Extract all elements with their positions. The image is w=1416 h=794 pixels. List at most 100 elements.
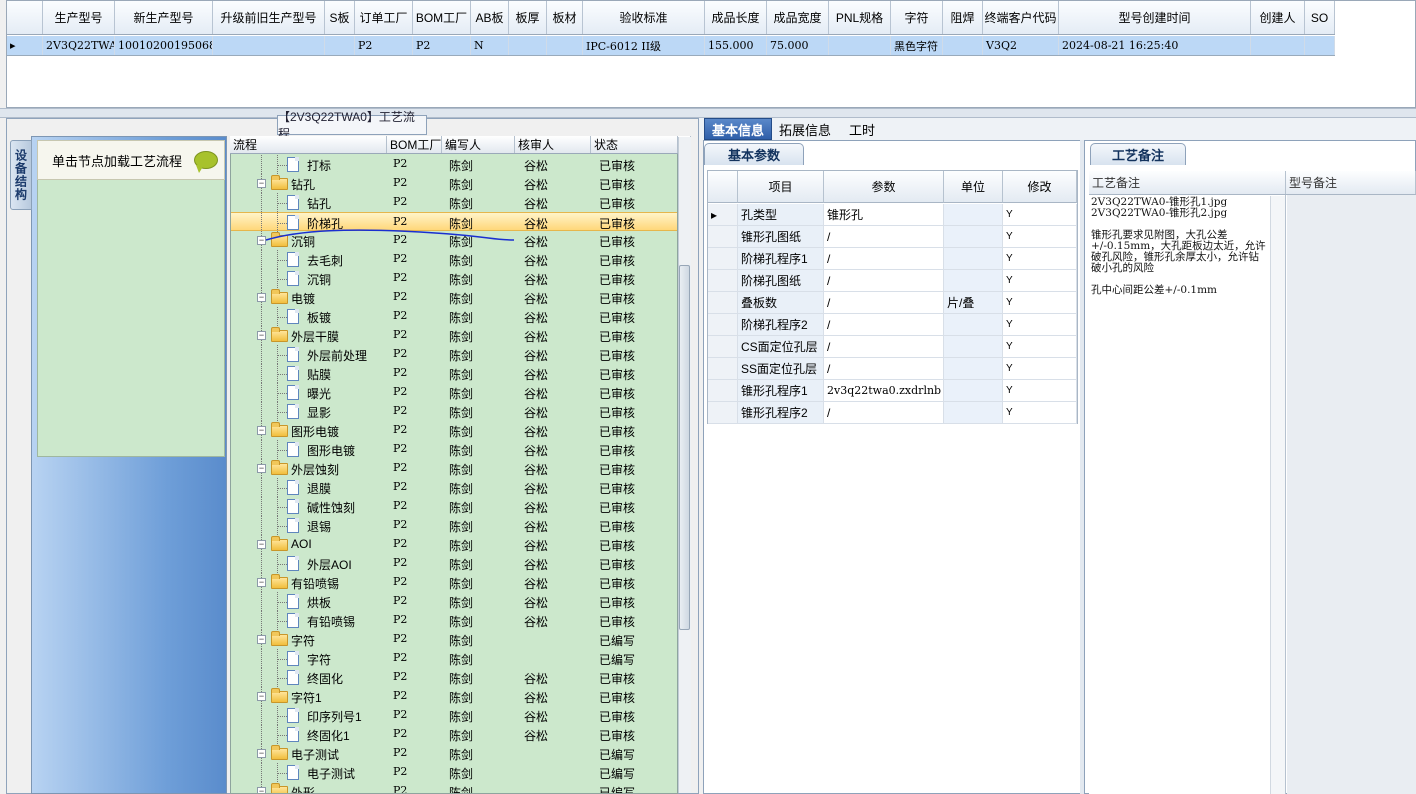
tree-row[interactable]: − 外形 P2 陈剑 已编写 (231, 782, 677, 793)
collapse-icon[interactable]: − (257, 749, 266, 758)
column-header[interactable]: BOM工厂 (413, 1, 471, 34)
param-unit-cell[interactable] (944, 358, 1003, 379)
tree-node-label[interactable]: 图形电镀 (291, 423, 339, 440)
param-unit-cell[interactable] (944, 204, 1003, 225)
tree-node-label[interactable]: AOI (291, 537, 312, 551)
param-unit-cell[interactable] (944, 270, 1003, 291)
params-row[interactable]: 阶梯孔图纸 / Y (708, 270, 1077, 292)
tree-node-label[interactable]: 终固化 (307, 670, 343, 687)
tree-row[interactable]: 终固化 P2 陈剑 谷松 已审核 (231, 668, 677, 687)
column-header[interactable]: 字符 (891, 1, 943, 34)
grid-cell[interactable]: 2V3Q22TWA0 (43, 36, 115, 55)
param-mod-cell[interactable]: Y (1003, 270, 1077, 291)
row-indicator[interactable] (708, 402, 738, 423)
tree-node-label[interactable]: 去毛刺 (307, 252, 343, 269)
tree-row[interactable]: 板镀 P2 陈剑 谷松 已审核 (231, 307, 677, 326)
param-value-cell[interactable]: / (824, 270, 944, 291)
grid-cell[interactable] (509, 36, 547, 55)
tree-row[interactable]: 打标 P2 陈剑 谷松 已审核 (231, 155, 677, 174)
param-item-cell[interactable]: CS面定位孔层 (738, 336, 824, 357)
row-indicator[interactable] (708, 292, 738, 313)
param-item-cell[interactable]: 阶梯孔程序1 (738, 248, 824, 269)
tree-row[interactable]: 显影 P2 陈剑 谷松 已审核 (231, 402, 677, 421)
param-value-cell[interactable]: / (824, 358, 944, 379)
tree-row[interactable]: − 电镀 P2 陈剑 谷松 已审核 (231, 288, 677, 307)
param-mod-cell[interactable]: Y (1003, 292, 1077, 313)
tree-node-label[interactable]: 烘板 (307, 594, 331, 611)
column-header[interactable]: PNL规格 (829, 1, 891, 34)
model-notes-box[interactable] (1287, 195, 1416, 794)
collapse-icon[interactable]: − (257, 578, 266, 587)
tree-node-label[interactable]: 有铅喷锡 (291, 575, 339, 592)
column-header[interactable]: 订单工厂 (355, 1, 413, 34)
param-value-cell[interactable]: 2v3q22twa0.zxdrlnb (824, 380, 944, 401)
tree-row[interactable]: 贴膜 P2 陈剑 谷松 已审核 (231, 364, 677, 383)
collapse-icon[interactable]: − (257, 426, 266, 435)
tree-row[interactable]: 去毛刺 P2 陈剑 谷松 已审核 (231, 250, 677, 269)
tree-scroll-thumb[interactable] (679, 265, 690, 630)
collapse-icon[interactable]: − (257, 331, 266, 340)
param-value-cell[interactable]: / (824, 226, 944, 247)
grid-cell[interactable]: IPC-6012 II级 (583, 36, 705, 55)
params-row[interactable]: 叠板数 / 片/叠 Y (708, 292, 1077, 314)
grid-cell[interactable] (943, 36, 983, 55)
params-row[interactable]: 锥形孔程序2/ Y (708, 402, 1077, 424)
tree-row[interactable]: 沉铜 P2 陈剑 谷松 已审核 (231, 269, 677, 288)
row-indicator[interactable] (708, 314, 738, 335)
param-unit-cell[interactable] (944, 402, 1003, 423)
row-indicator[interactable] (708, 248, 738, 269)
tree-node-label[interactable]: 字符 (291, 632, 315, 649)
param-unit-cell[interactable] (944, 248, 1003, 269)
grid-cell[interactable]: 10010200195068 (115, 36, 213, 55)
param-mod-cell[interactable]: Y (1003, 204, 1077, 225)
param-value-cell[interactable]: 锥形孔 (824, 204, 944, 225)
tree-node-label[interactable]: 外层前处理 (307, 347, 367, 364)
param-unit-cell[interactable] (944, 226, 1003, 247)
tree-row[interactable]: 退锡 P2 陈剑 谷松 已审核 (231, 516, 677, 535)
params-row[interactable]: 阶梯孔程序1/ Y (708, 248, 1077, 270)
tree-node-label[interactable]: 图形电镀 (307, 442, 355, 459)
column-header[interactable]: S板 (325, 1, 355, 34)
param-item-cell[interactable]: 锥形孔程序1 (738, 380, 824, 401)
param-value-cell[interactable]: / (824, 336, 944, 357)
param-mod-cell[interactable]: Y (1003, 248, 1077, 269)
tree-row[interactable]: 钻孔 P2 陈剑 谷松 已审核 (231, 193, 677, 212)
tree-row[interactable]: − 电子测试 P2 陈剑 已编写 (231, 744, 677, 763)
tree-node-label[interactable]: 贴膜 (307, 366, 331, 383)
collapse-icon[interactable]: − (257, 635, 266, 644)
param-item-cell[interactable]: 阶梯孔图纸 (738, 270, 824, 291)
tree-row[interactable]: − AOI P2 陈剑 谷松 已审核 (231, 535, 677, 554)
tree-node-label[interactable]: 碱性蚀刻 (307, 499, 355, 516)
param-mod-cell[interactable]: Y (1003, 336, 1077, 357)
column-header[interactable]: 验收标准 (583, 1, 705, 34)
tree-node-label[interactable]: 外层干膜 (291, 328, 339, 345)
tree-node-label[interactable]: 外层AOI (307, 556, 352, 573)
param-item-cell[interactable]: 锥形孔程序2 (738, 402, 824, 423)
params-row[interactable]: 锥形孔图纸 / Y (708, 226, 1077, 248)
horizontal-splitter[interactable] (0, 108, 1416, 118)
column-header[interactable]: 型号创建时间 (1059, 1, 1251, 34)
column-header[interactable]: 升级前旧生产型号 (213, 1, 325, 34)
params-column-header[interactable]: 单位 (944, 171, 1003, 203)
tree-node-label[interactable]: 退膜 (307, 480, 331, 497)
tree-node-label[interactable]: 电子测试 (307, 765, 355, 782)
tree-row[interactable]: 外层AOI P2 陈剑 谷松 已审核 (231, 554, 677, 573)
collapse-icon[interactable]: − (257, 692, 266, 701)
tree-node-label[interactable]: 电镀 (291, 290, 315, 307)
grid-cell[interactable]: P2 (355, 36, 413, 55)
tree-row[interactable]: − 字符 P2 陈剑 已编写 (231, 630, 677, 649)
tree-row[interactable]: 有铅喷锡 P2 陈剑 谷松 已审核 (231, 611, 677, 630)
column-header[interactable]: 创建人 (1251, 1, 1305, 34)
column-header[interactable]: 终端客户代码 (983, 1, 1059, 34)
column-header[interactable]: 成品宽度 (767, 1, 829, 34)
column-header[interactable]: 阻焊 (943, 1, 983, 34)
tree-row[interactable]: 图形电镀 P2 陈剑 谷松 已审核 (231, 440, 677, 459)
grid-cell[interactable]: 155.000 (705, 36, 767, 55)
tab-process-notes[interactable]: 工艺备注 (1090, 143, 1186, 165)
param-unit-cell[interactable] (944, 380, 1003, 401)
grid-cell[interactable] (213, 36, 325, 55)
grid-cell[interactable]: 黑色字符 (891, 36, 943, 55)
grid-cell[interactable]: 75.000 (767, 36, 829, 55)
params-corner[interactable] (708, 171, 738, 203)
tree-node-label[interactable]: 沉铜 (307, 271, 331, 288)
